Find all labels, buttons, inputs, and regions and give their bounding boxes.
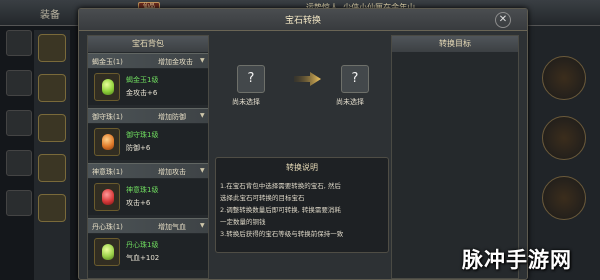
gem-category-header[interactable]: 神意珠(1) 增加攻击 ▼ [88,163,208,178]
side-action-button[interactable] [542,116,586,160]
equipment-slot[interactable] [38,74,66,102]
equip-tab-label[interactable]: 装备 [40,6,60,21]
source-gem-label: 尚未选择 [232,98,260,106]
gem-slot [94,128,120,156]
background-left-icon-column [4,30,34,280]
background-right-panel [528,26,600,280]
gem-bag-panel: 宝石背包 蝎金玉(1) 增加金攻击 ▼ 蝎金玉1级 金攻击+6 御守珠(1) 增… [87,35,209,279]
source-gem-slot[interactable]: ? [237,65,265,93]
instruction-line: 一定数量的铜钱 [220,218,266,226]
background-equipment-slots [34,30,70,280]
gem-category-name: 蝎金玉(1) [92,58,123,66]
gem-category-name: 神意珠(1) [92,168,123,176]
gem-item-name: 丹心珠1级 [126,241,159,249]
left-menu-icon[interactable] [6,30,32,56]
gem-transform-dialog: 宝石转换 ✕ 宝石背包 蝎金玉(1) 增加金攻击 ▼ 蝎金玉1级 金攻击+6 御… [78,8,528,280]
equipment-slot[interactable] [38,154,66,182]
collapse-arrow-icon: ▼ [200,112,205,119]
transform-instructions: 转换说明 1.在宝石背包中选择需要转换的宝石, 然后 选择此宝石可转换的目标宝石… [215,157,389,253]
target-panel-title: 转换目标 [392,36,518,52]
collapse-arrow-icon: ▼ [200,57,205,64]
gem-category-effect: 增加防御 [158,113,186,121]
green-gem-icon [102,244,114,260]
instructions-title: 转换说明 [286,163,318,172]
site-watermark: 脉冲手游网 [462,244,598,276]
gem-item-stat: 气血+102 [126,254,160,262]
side-action-button[interactable] [542,56,586,100]
equipment-slot[interactable] [38,114,66,142]
equipment-slot[interactable] [38,194,66,222]
transform-target-panel: 转换目标 [391,35,519,279]
arrow-right-icon [294,72,321,86]
gem-item-name: 御守珠1级 [126,131,159,139]
red-gem-icon [102,189,114,205]
dialog-header: 宝石转换 ✕ [79,9,527,31]
gem-category-effect: 增加气血 [158,223,186,231]
gem-category-header[interactable]: 御守珠(1) 增加防御 ▼ [88,108,208,123]
collapse-arrow-icon: ▼ [200,222,205,229]
gem-item[interactable]: 蝎金玉1级 金攻击+6 [88,69,208,105]
instruction-line: 2.调整转换数量后即可转换, 转换需要消耗 [220,206,341,214]
gem-slot [94,183,120,211]
gem-category-effect: 增加攻击 [158,168,186,176]
gem-bag-title: 宝石背包 [88,36,208,52]
green-gem-icon [102,79,114,95]
equipment-slot[interactable] [38,34,66,62]
gem-slot [94,73,120,101]
instruction-line: 选择此宝石可转换的目标宝石 [220,194,305,202]
side-action-button[interactable] [542,176,586,220]
gem-category-effect: 增加金攻击 [158,58,193,66]
left-menu-icon[interactable] [6,70,32,96]
gem-category-name: 丹心珠(1) [92,223,123,231]
instruction-line: 1.在宝石背包中选择需要转换的宝石, 然后 [220,182,341,190]
gem-item-name: 蝎金玉1级 [126,76,159,84]
gem-item-stat: 攻击+6 [126,199,151,207]
orange-gem-icon [102,134,114,150]
instruction-line: 3.转换后获得的宝石等级与转换前保持一致 [220,230,344,238]
gem-item[interactable]: 神意珠1级 攻击+6 [88,179,208,215]
gem-category-header[interactable]: 蝎金玉(1) 增加金攻击 ▼ [88,53,208,68]
gem-item-name: 神意珠1级 [126,186,159,194]
gem-item-stat: 防御+6 [126,144,151,152]
left-menu-icon[interactable] [6,110,32,136]
gem-item-stat: 金攻击+6 [126,89,158,97]
gem-category-header[interactable]: 丹心珠(1) 增加气血 ▼ [88,218,208,233]
gem-slot [94,238,120,266]
gem-category-name: 御守珠(1) [92,113,123,121]
target-gem-label: 尚未选择 [336,98,364,106]
target-gem-slot[interactable]: ? [341,65,369,93]
gem-item[interactable]: 丹心珠1级 气血+102 [88,234,208,270]
watermark-text: 脉冲手游网 [462,248,572,272]
dialog-title: 宝石转换 [284,16,321,26]
collapse-arrow-icon: ▼ [200,167,205,174]
left-menu-icon[interactable] [6,150,32,176]
left-menu-icon[interactable] [6,190,32,216]
gem-item[interactable]: 御守珠1级 防御+6 [88,124,208,160]
close-button[interactable]: ✕ [495,12,511,28]
